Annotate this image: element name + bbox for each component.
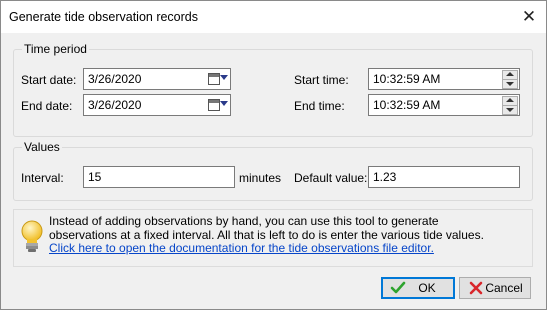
lightbulb-icon — [21, 220, 43, 252]
dialog-title: Generate tide observation records — [9, 10, 198, 24]
end-date-picker[interactable] — [83, 94, 231, 116]
info-line-2: observations at a fixed interval. All th… — [49, 227, 484, 242]
checkmark-icon — [390, 281, 406, 294]
end-time-picker[interactable] — [368, 94, 520, 116]
interval-unit: minutes — [239, 171, 282, 185]
dialog-window: Generate tide observation records ✕ Time… — [0, 0, 547, 310]
end-date-input[interactable] — [88, 98, 188, 112]
title-bar: Generate tide observation records ✕ — [1, 1, 546, 33]
info-panel: Instead of adding observations by hand, … — [13, 209, 533, 267]
time-period-group: Time period — [13, 42, 533, 137]
start-time-spinner[interactable] — [502, 70, 518, 89]
ok-button[interactable]: OK — [381, 277, 455, 299]
documentation-link[interactable]: Click here to open the documentation for… — [49, 241, 484, 256]
cancel-button[interactable]: Cancel — [459, 277, 531, 299]
spin-down-icon — [502, 105, 518, 115]
spin-down-icon — [502, 79, 518, 89]
time-period-legend: Time period — [22, 42, 89, 56]
start-time-input[interactable] — [373, 72, 473, 86]
end-time-label: End time: — [294, 99, 345, 113]
close-icon[interactable]: ✕ — [516, 4, 542, 30]
start-date-input[interactable] — [88, 72, 188, 86]
interval-field[interactable] — [83, 166, 235, 188]
end-time-input[interactable] — [373, 98, 473, 112]
interval-input[interactable] — [88, 170, 188, 184]
start-date-label: Start date: — [21, 73, 77, 87]
default-value-input[interactable] — [373, 170, 473, 184]
interval-label: Interval: — [21, 171, 64, 185]
calendar-dropdown-icon[interactable] — [206, 71, 228, 87]
calendar-dropdown-icon[interactable] — [206, 97, 228, 113]
start-date-picker[interactable] — [83, 68, 231, 90]
end-date-label: End date: — [21, 99, 73, 113]
start-time-label: Start time: — [294, 73, 349, 87]
end-time-spinner[interactable] — [502, 96, 518, 115]
info-text: Instead of adding observations by hand, … — [49, 214, 484, 256]
info-line-1: Instead of adding observations by hand, … — [49, 214, 439, 228]
default-value-label: Default value: — [294, 171, 368, 185]
default-value-field[interactable] — [368, 166, 520, 188]
start-time-picker[interactable] — [368, 68, 520, 90]
values-legend: Values — [22, 140, 62, 154]
cancel-x-icon — [469, 281, 483, 295]
